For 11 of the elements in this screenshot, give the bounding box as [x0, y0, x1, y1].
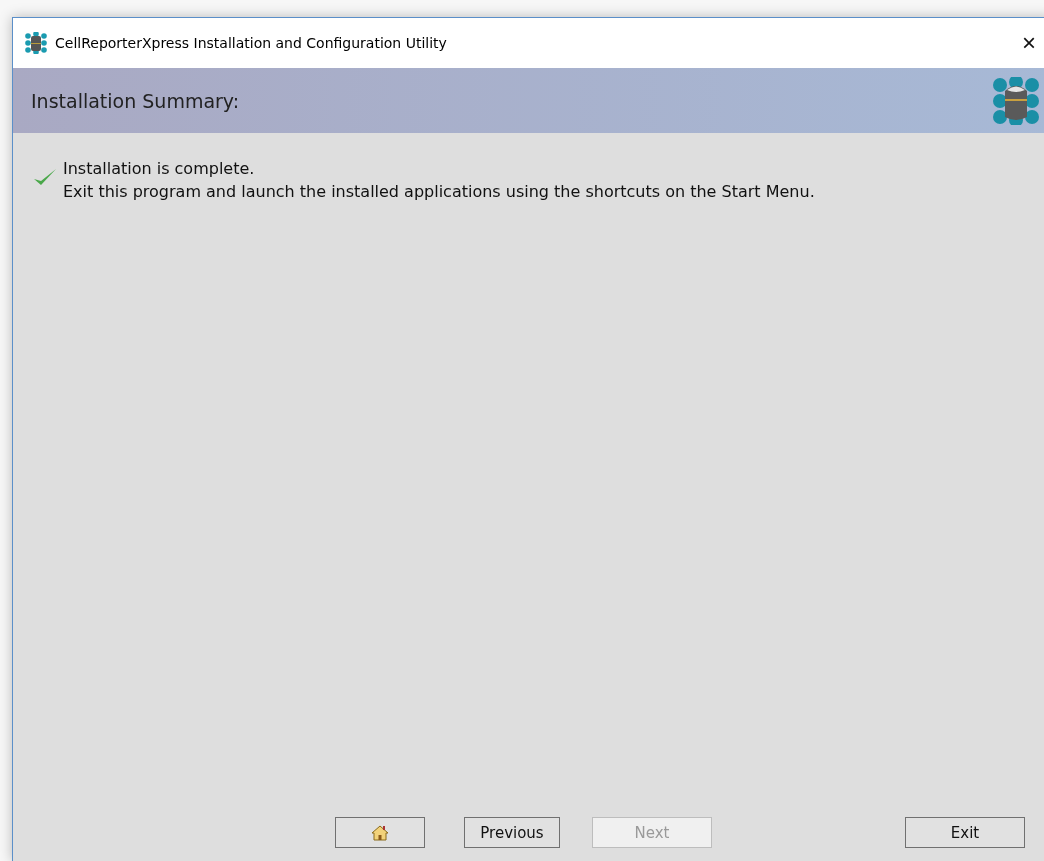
- page-title: Installation Summary:: [31, 89, 240, 112]
- nav-button[interactable]: Previous: [464, 817, 560, 848]
- close-button[interactable]: ×: [1016, 29, 1042, 57]
- window-title: CellReporterXpress Installation and Configuration Utility: [55, 35, 448, 51]
- status-message: Installation is complete.: [63, 159, 256, 178]
- home-button[interactable]: [335, 817, 425, 848]
- nav-button[interactable]: Exit: [905, 817, 1025, 848]
- status-message: Exit this program and launch the installed applications using the shortcuts on the Start Menu.: [63, 182, 815, 201]
- home-icon: [371, 823, 389, 842]
- app-logo-icon: [25, 32, 47, 54]
- canister-logo-icon: [992, 76, 1040, 125]
